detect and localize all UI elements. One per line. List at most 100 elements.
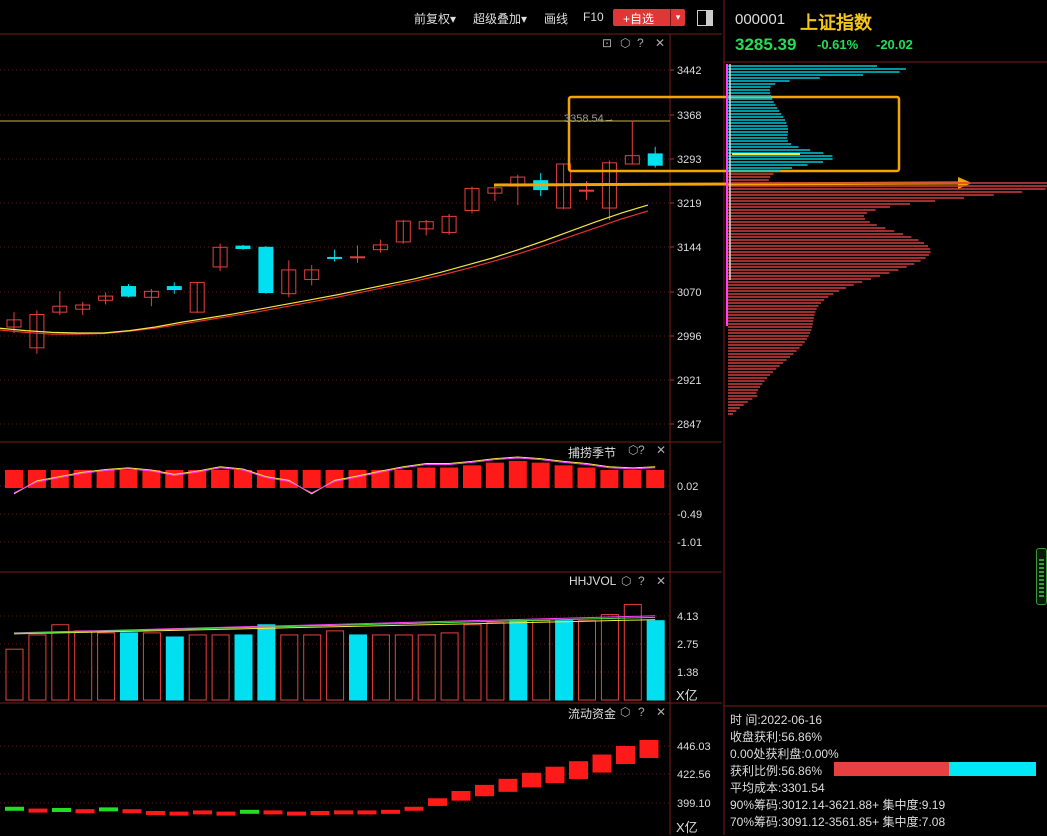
stock-name: 上证指数 xyxy=(800,13,872,33)
indicator3-unit: X亿 xyxy=(676,820,698,835)
indicator1-bar xyxy=(302,470,321,488)
indicator1-bar xyxy=(211,470,230,488)
fund-flow-bar xyxy=(99,807,118,812)
current-price: 3285.39 xyxy=(735,35,797,54)
y-tick-label: 2996 xyxy=(677,331,701,343)
volume-bar xyxy=(97,632,116,701)
candle-body xyxy=(350,256,365,259)
volume-bar xyxy=(74,630,93,701)
y-tick-label: 3293 xyxy=(677,154,701,166)
volume-bar xyxy=(600,614,619,701)
indicator2-tick: 1.38 xyxy=(677,667,698,679)
fund-flow-bar xyxy=(287,811,306,816)
settings-icon: ⬡ xyxy=(620,705,630,719)
volume-bar xyxy=(532,620,551,701)
indicator1-bar xyxy=(646,470,665,488)
fund-flow-bar xyxy=(357,810,377,815)
fund-flow-bar xyxy=(240,809,259,814)
chip-scrollbar[interactable] xyxy=(1036,548,1047,605)
y-tick-label: 2921 xyxy=(677,375,701,387)
volume-bar xyxy=(326,630,345,701)
help-icon: ? xyxy=(638,443,645,457)
indicator1-bar xyxy=(531,462,550,488)
profit-ratio-bar xyxy=(834,762,1036,776)
indicator1-bar xyxy=(5,470,23,488)
indicator3-tick: 446.03 xyxy=(677,741,711,753)
average-cost: 平均成本:3301.54 xyxy=(730,781,825,795)
volume-bar xyxy=(555,620,574,701)
volume-bar xyxy=(51,624,70,701)
y-tick-label: 3070 xyxy=(677,287,701,299)
indicator3-name: 流动资金 xyxy=(568,707,617,721)
close-icon: ✕ xyxy=(655,36,665,50)
fund-flow-bar xyxy=(569,761,588,780)
y-tick-label: 3144 xyxy=(677,242,701,254)
fund-flow-bar xyxy=(122,809,142,814)
chip-90: 90%筹码:3012.14-3621.88+ 集中度:9.19 xyxy=(730,798,946,812)
close-profit: 收盘获利:56.86% xyxy=(730,730,823,744)
indicator1-bar xyxy=(577,467,596,488)
fund-flow-bar xyxy=(592,754,612,773)
volume-bar xyxy=(280,634,299,701)
candle-body xyxy=(166,286,182,291)
indicator1-bar xyxy=(96,470,115,488)
indicator1-bar xyxy=(119,470,138,488)
fund-flow-bar xyxy=(52,807,71,812)
y-tick-label: 3442 xyxy=(677,65,701,77)
change-absolute: -20.02 xyxy=(876,37,913,52)
chart-canvas: 3442 3368 3293 3219 3144 3070 2996 2921 2847 ⊡ ⬡? ✕… xyxy=(0,0,1047,835)
volume-bar xyxy=(417,634,436,701)
high-marker-label: 3358.54→ xyxy=(564,113,615,125)
chip-time: 时 间:2022-06-16 xyxy=(730,713,823,727)
indicator1-tick: -1.01 xyxy=(677,537,702,549)
candle-body xyxy=(258,246,274,294)
ma-slow-line xyxy=(0,210,649,335)
fund-flow-bar xyxy=(310,811,330,816)
fund-flow-bar xyxy=(216,811,236,816)
fund-flow-bar xyxy=(381,809,400,814)
fund-flow-bar xyxy=(263,810,283,815)
candle-body xyxy=(235,245,251,249)
indicator3-tick: 399.10 xyxy=(677,798,711,810)
volume-bar xyxy=(257,624,276,701)
lock-icon: ⊡ xyxy=(602,36,612,50)
volume-bar xyxy=(234,634,253,701)
profit-ratio-fill xyxy=(834,762,949,776)
volume-bar xyxy=(578,620,596,701)
fund-flow-bar xyxy=(616,746,635,765)
indicator1-bar xyxy=(394,470,413,488)
volume-bar xyxy=(646,620,665,701)
indicator1-bar xyxy=(623,470,642,488)
fund-flow-bar xyxy=(334,810,353,815)
zero-profit: 0.00处获利盘:0.00% xyxy=(730,747,839,761)
help-icon: ? xyxy=(637,36,644,50)
indicator3-tick: 422.56 xyxy=(677,769,711,781)
volume-bar xyxy=(188,634,207,701)
volume-bar xyxy=(509,620,528,701)
volume-bar xyxy=(371,634,390,701)
volume-bar xyxy=(120,632,138,701)
fund-flow-bar xyxy=(75,809,95,814)
indicator2-name: HHJVOL xyxy=(569,574,617,588)
fund-flow-bar xyxy=(498,778,518,792)
candle-body xyxy=(121,286,136,297)
volume-bar xyxy=(623,603,642,701)
fund-flow-bar xyxy=(404,806,424,811)
fund-flow-bar xyxy=(28,808,48,813)
indicator1-bar xyxy=(348,470,367,488)
volume-bar xyxy=(5,648,24,701)
fund-flow-bar xyxy=(428,798,447,806)
fund-flow-bar xyxy=(475,784,494,797)
change-percent: -0.61% xyxy=(817,37,859,52)
candle-body xyxy=(327,256,343,259)
fund-flow-bar xyxy=(5,806,24,811)
chip-70: 70%筹码:3091.12-3561.85+ 集中度:7.08 xyxy=(730,815,946,829)
indicator1-bar xyxy=(508,460,527,488)
indicator2-unit: X亿 xyxy=(676,688,698,703)
indicator2-tick: 4.13 xyxy=(677,611,698,623)
indicator1-bar xyxy=(600,470,619,488)
profit-ratio-label: 获利比例:56.86% xyxy=(730,764,823,778)
help-icon: ? xyxy=(638,574,645,588)
indicator1-bar xyxy=(554,465,573,488)
indicator1-tick: 0.02 xyxy=(677,481,698,493)
